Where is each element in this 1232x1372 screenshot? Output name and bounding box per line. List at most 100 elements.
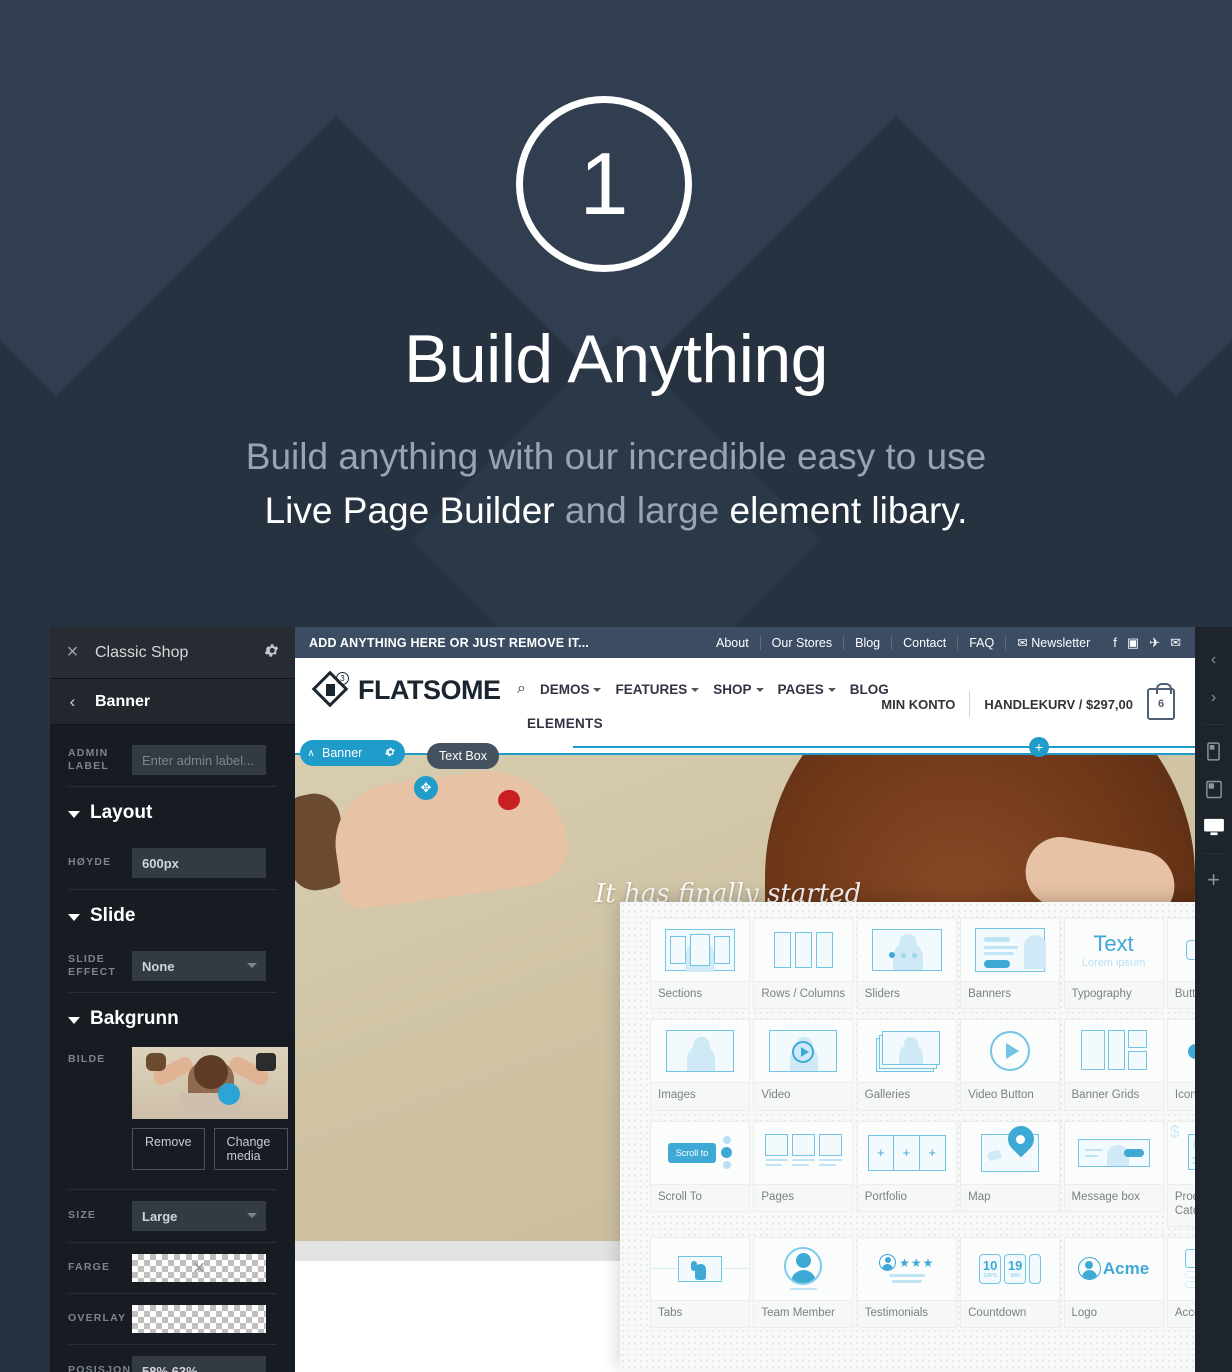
banner-element-tag[interactable]: ∧ Banner	[300, 740, 405, 766]
library-label: Logo	[1064, 1299, 1163, 1327]
step-number: 1	[579, 134, 629, 233]
field-label-farge: FARGE	[68, 1261, 111, 1274]
facebook-icon[interactable]: f	[1113, 635, 1117, 651]
collapse-icon[interactable]: ∧	[300, 748, 322, 759]
library-item-accordion[interactable]: ⌄ Accordion	[1166, 1236, 1195, 1328]
cart-icon[interactable]: 6	[1147, 683, 1175, 720]
library-item-portfolio[interactable]: + + + Portfolio	[856, 1120, 960, 1227]
back-icon[interactable]: ‹	[50, 692, 95, 712]
library-item-sections[interactable]: Sections	[650, 918, 753, 1010]
topbar-link-contact[interactable]: Contact	[892, 635, 959, 650]
menu-item-shop[interactable]: SHOP	[713, 682, 764, 697]
menu-label: FEATURES	[615, 681, 688, 697]
library-item-pages[interactable]: Pages	[753, 1120, 856, 1227]
menu-item-pages[interactable]: PAGES	[778, 682, 836, 697]
farge-color-swatch[interactable]: ×	[132, 1254, 266, 1282]
library-item-map[interactable]: Map	[960, 1120, 1063, 1227]
library-item-icon-box[interactable]: Icon Box	[1166, 1019, 1195, 1111]
chevron-down-icon	[691, 688, 700, 692]
textbox-element-tag[interactable]: Text Box	[427, 743, 499, 769]
mobile-icon[interactable]	[1195, 732, 1232, 770]
library-label: Buttons	[1167, 981, 1195, 1009]
add-element-node[interactable]: +	[1029, 737, 1049, 757]
prev-icon[interactable]: ‹	[1195, 641, 1232, 679]
library-item-logo[interactable]: Acme Logo	[1063, 1236, 1167, 1328]
change-media-button[interactable]: Change media	[213, 1128, 288, 1170]
sidebar-panel-title: Banner	[95, 692, 151, 710]
next-icon[interactable]: ›	[1195, 679, 1232, 717]
add-icon[interactable]: +	[1195, 861, 1232, 899]
gear-icon[interactable]	[247, 642, 295, 664]
field-posisjon: POSISJON 58% 63%	[50, 1345, 295, 1372]
twitter-icon[interactable]: ✈	[1149, 635, 1160, 651]
library-card: Galleries	[856, 1019, 957, 1111]
element-library-panel: Sections Rows / Columns Sliders Banners …	[620, 902, 1195, 1372]
typography-sample-sub: Lorem ipsum	[1081, 957, 1146, 969]
chevron-down-icon	[827, 688, 836, 692]
topbar-link-about[interactable]: About	[705, 635, 761, 650]
topbar-link-blog[interactable]: Blog	[844, 635, 893, 650]
library-item-buttons[interactable]: Buttons	[1166, 918, 1195, 1010]
posisjon-input[interactable]: 58% 63%	[132, 1356, 266, 1372]
topbar-link-our-stores[interactable]: Our Stores	[761, 635, 845, 650]
site-logo[interactable]: 3 FLATSOME	[311, 670, 501, 708]
email-icon[interactable]: ✉	[1170, 635, 1181, 651]
menu-label: PAGES	[777, 681, 824, 697]
my-account-link[interactable]: MIN KONTO	[881, 697, 955, 712]
admin-label-input[interactable]: Enter admin label...	[132, 745, 266, 775]
library-item-message-box[interactable]: Message box	[1063, 1120, 1167, 1227]
library-item-team-member[interactable]: Team Member	[753, 1236, 856, 1328]
thumb-fist-right	[256, 1053, 276, 1071]
menu-item-demos[interactable]: DEMOS	[540, 682, 602, 697]
library-item-countdown[interactable]: 10 DAYS 19 MIN Countdown	[960, 1236, 1063, 1328]
library-item-video-button[interactable]: Video Button	[960, 1019, 1063, 1111]
section-layout[interactable]: Layout	[50, 787, 295, 837]
chevron-down-icon	[247, 1213, 257, 1218]
search-icon[interactable]: ⌕	[517, 680, 526, 698]
library-item-scroll-to[interactable]: Scroll to Scroll To	[650, 1120, 753, 1227]
library-item-testimonials[interactable]: ★★★ Testimonials	[856, 1236, 960, 1328]
library-item-product-categories[interactable]: $ Product Categories	[1166, 1120, 1195, 1227]
menu-item-features[interactable]: FEATURES	[615, 681, 700, 697]
library-label: Rows / Columns	[754, 981, 853, 1009]
library-item-sliders[interactable]: Sliders	[856, 918, 960, 1010]
section-bakgrunn[interactable]: Bakgrunn	[50, 993, 295, 1043]
logo-mark-icon: 3	[311, 670, 349, 708]
sidebar-site-title: Classic Shop	[95, 643, 189, 661]
remove-button[interactable]: Remove	[132, 1128, 205, 1170]
hero-sub-normal: and large	[554, 490, 730, 532]
menu-item-elements[interactable]: ELEMENTS	[527, 716, 603, 731]
library-item-video[interactable]: Video	[753, 1019, 856, 1111]
instagram-icon[interactable]: ▣	[1127, 635, 1139, 651]
library-item-tabs[interactable]: Tabs	[650, 1236, 753, 1328]
library-item-banners[interactable]: Banners	[960, 918, 1063, 1010]
gear-icon[interactable]	[384, 746, 396, 761]
team-member-icon	[754, 1238, 852, 1300]
section-slide[interactable]: Slide	[50, 890, 295, 940]
background-image-thumbnail[interactable]	[132, 1047, 288, 1119]
move-handle-icon[interactable]: ✥	[414, 776, 438, 800]
chevron-down-icon	[68, 914, 80, 921]
close-icon[interactable]: ×	[50, 641, 95, 664]
overlay-color-swatch[interactable]	[132, 1305, 266, 1333]
tablet-icon[interactable]	[1195, 770, 1232, 808]
scroll-to-pill: Scroll to	[667, 1142, 717, 1163]
library-item-banner-grids[interactable]: Banner Grids	[1063, 1019, 1167, 1111]
topbar-link-faq[interactable]: FAQ	[958, 635, 1007, 650]
desktop-icon[interactable]	[1195, 808, 1232, 846]
images-icon	[651, 1020, 749, 1082]
library-item-galleries[interactable]: Galleries	[856, 1019, 960, 1111]
topbar-promo-text: ADD ANYTHING HERE OR JUST REMOVE IT...	[309, 635, 590, 650]
cart-total-link[interactable]: HANDLEKURV / $297,00	[984, 697, 1133, 712]
slide-effect-select[interactable]: None	[132, 951, 266, 981]
topbar-link-newsletter[interactable]: ✉ Newsletter	[1006, 635, 1101, 650]
thumb-focus-dot[interactable]	[218, 1083, 240, 1105]
sidebar-header: × Classic Shop	[50, 627, 295, 679]
size-select[interactable]: Large	[132, 1201, 266, 1231]
library-card: ⌄ Accordion	[1166, 1236, 1195, 1328]
library-item-rows-columns[interactable]: Rows / Columns	[753, 918, 856, 1010]
hoyde-input[interactable]: 600px	[132, 848, 266, 878]
library-item-images[interactable]: Images	[650, 1019, 753, 1111]
divider	[1204, 853, 1223, 854]
library-item-typography[interactable]: Text Lorem ipsum Typography	[1063, 918, 1167, 1010]
